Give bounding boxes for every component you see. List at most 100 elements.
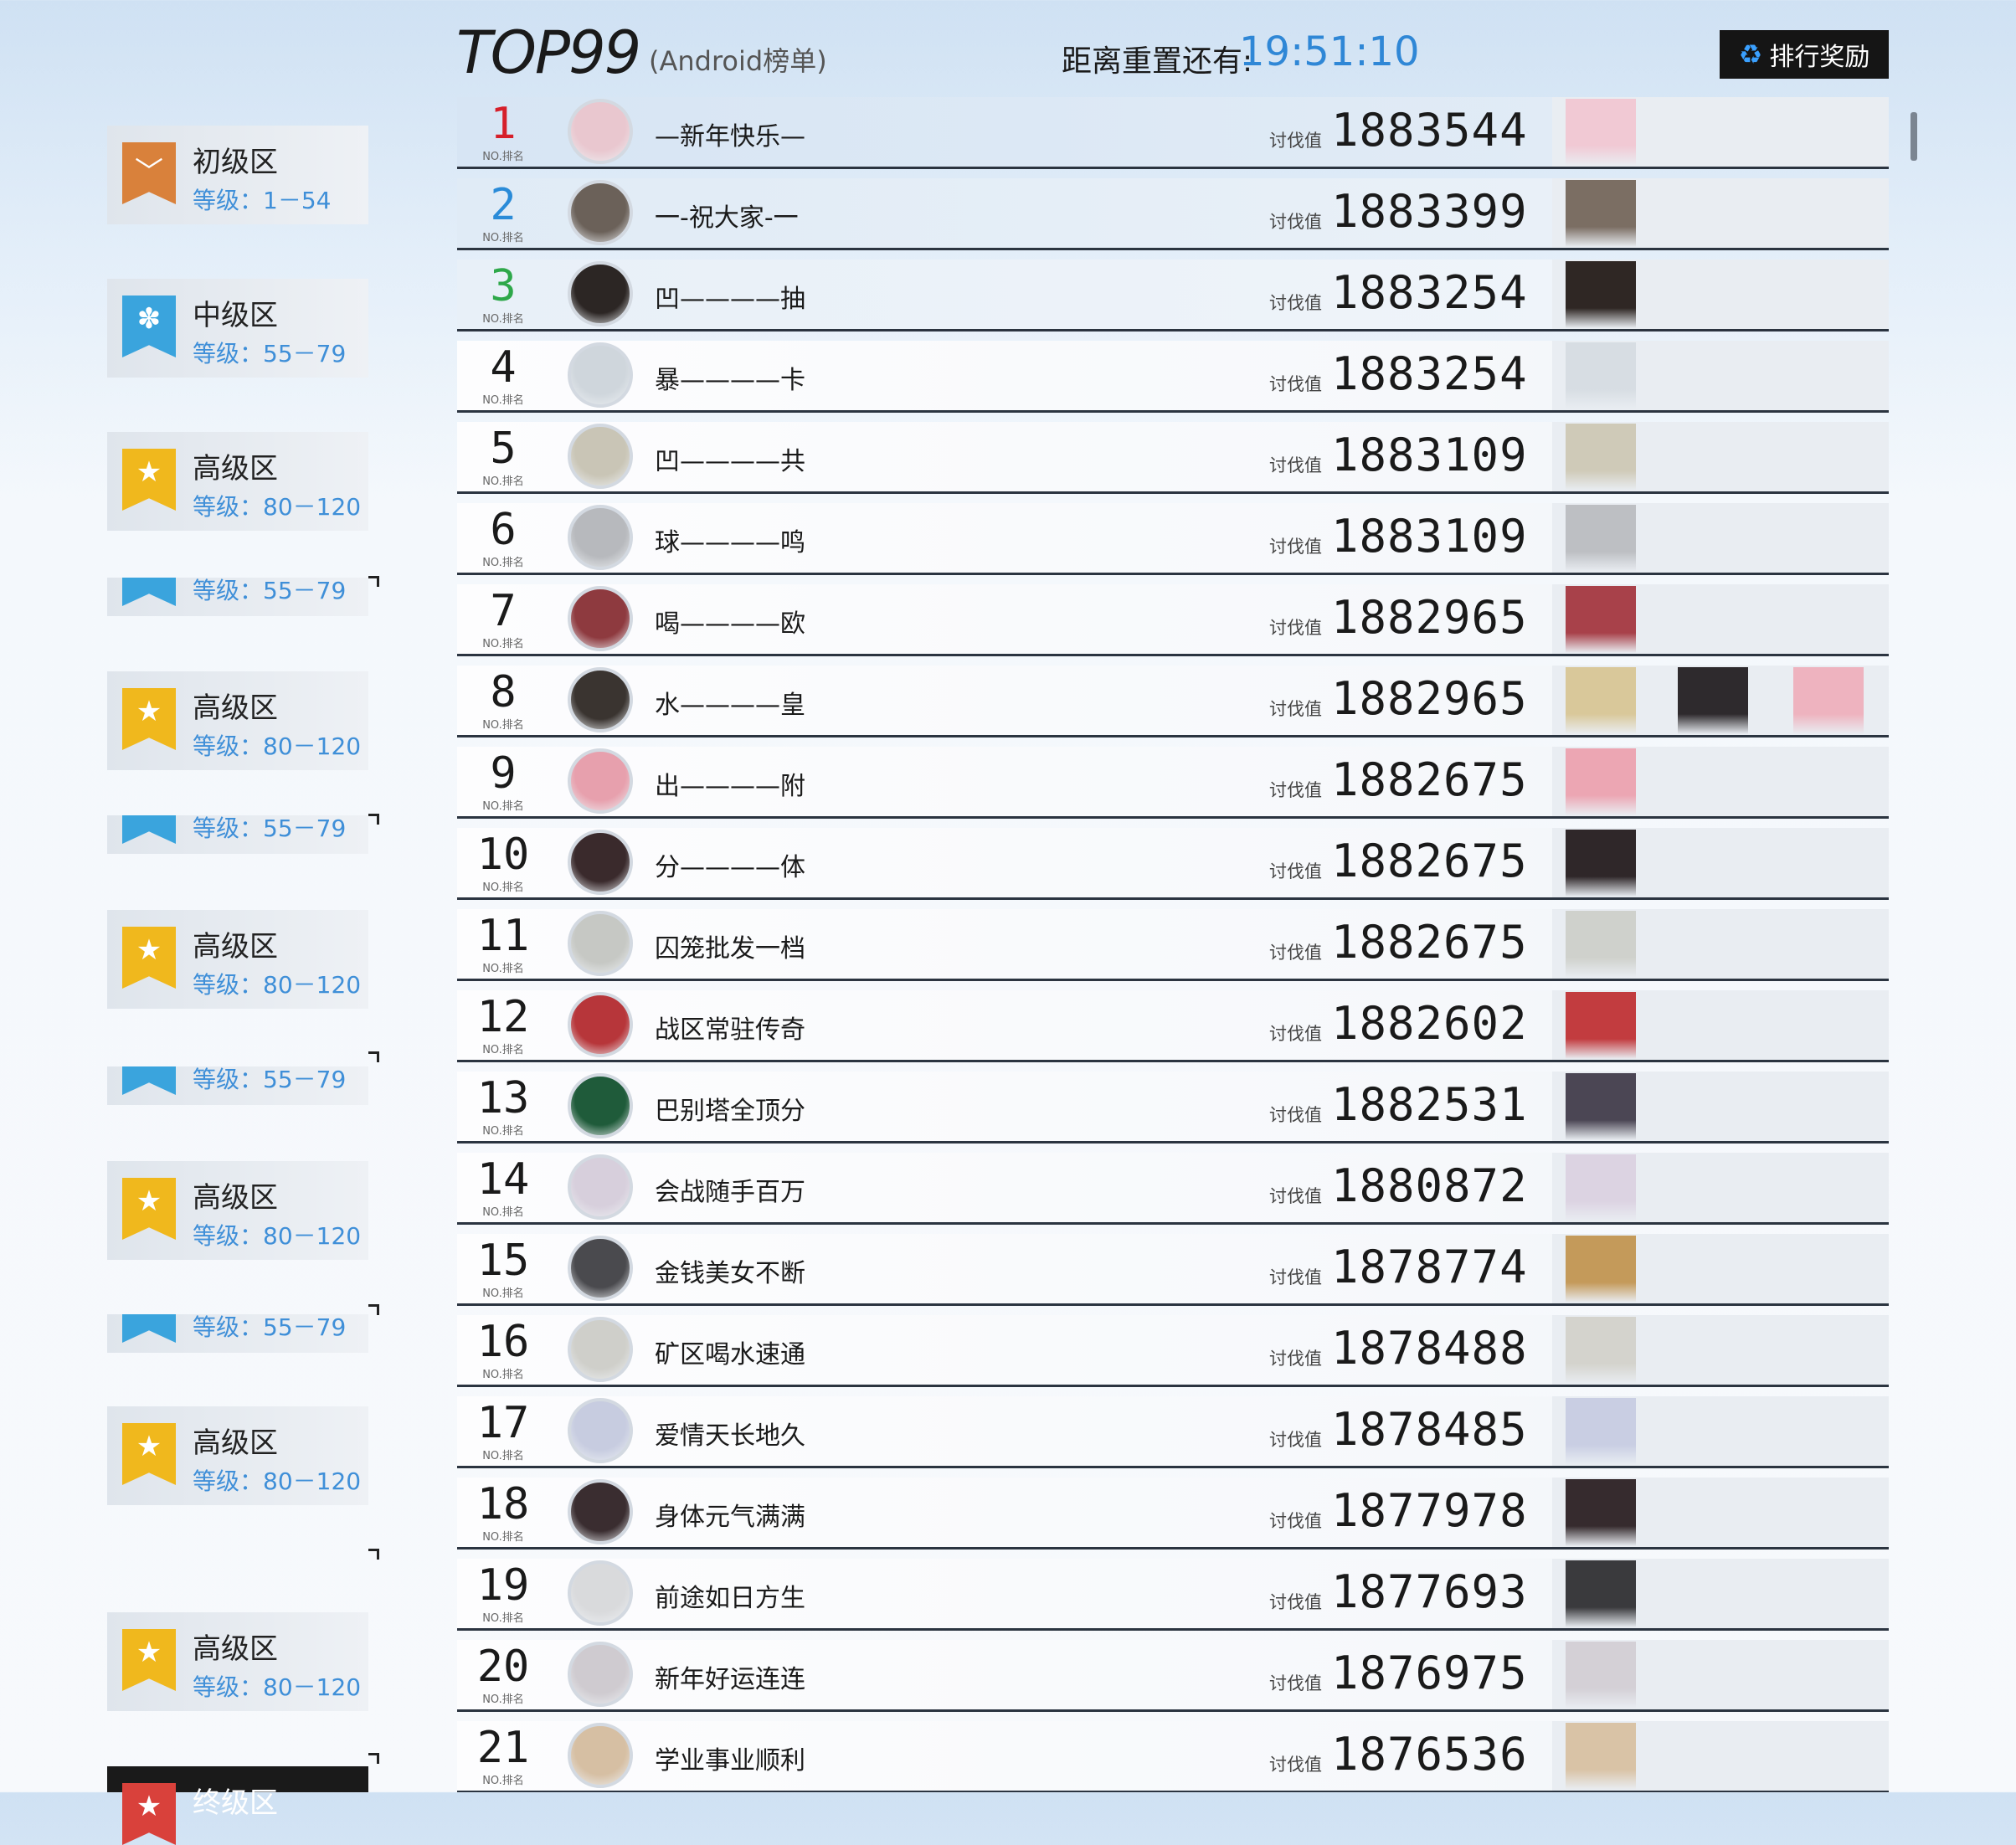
zone-tab[interactable]: ★ 高级区 等级：80－120: [107, 432, 368, 531]
player-avatar[interactable]: [568, 1642, 633, 1707]
character-portrait[interactable]: [1566, 748, 1636, 815]
player-avatar[interactable]: [568, 1073, 633, 1138]
team-portraits: [1552, 341, 1889, 410]
leaderboard-row[interactable]: 8 NO.排名 水————皇 讨伐值 1882965: [457, 666, 1889, 737]
leaderboard-row[interactable]: 16 NO.排名 矿区喝水速通 讨伐值 1878488: [457, 1315, 1889, 1387]
leaderboard-row[interactable]: 12 NO.排名 战区常驻传奇 讨伐值 1882602: [457, 990, 1889, 1062]
character-portrait[interactable]: [1566, 1560, 1636, 1627]
recycle-icon: ♻: [1738, 39, 1763, 70]
player-avatar[interactable]: [568, 505, 633, 570]
player-avatar[interactable]: [568, 261, 633, 326]
zone-tab[interactable]: ★ 高级区 等级：80－120: [107, 671, 368, 770]
zone-name: 高级区: [193, 1426, 278, 1460]
character-portrait[interactable]: [1566, 586, 1636, 653]
zone-tab[interactable]: ★ 高级区 等级：80－120: [107, 910, 368, 1009]
leaderboard-row[interactable]: 6 NO.排名 球————鸣 讨伐值 1883109: [457, 503, 1889, 575]
player-avatar[interactable]: [568, 424, 633, 489]
leaderboard-row[interactable]: 21 NO.排名 学业事业顺利 讨伐值 1876536: [457, 1721, 1889, 1792]
player-name: 囚笼批发一档: [655, 934, 805, 964]
character-portrait[interactable]: [1566, 505, 1636, 572]
zone-name: 高级区: [193, 930, 278, 964]
zone-tab[interactable]: 等级：55－79: [107, 1314, 368, 1353]
leaderboard-row[interactable]: 1 NO.排名 —新年快乐— 讨伐值 1883544: [457, 97, 1889, 169]
character-portrait[interactable]: [1566, 342, 1636, 409]
leaderboard-row[interactable]: 17 NO.排名 爱情天长地久 讨伐值 1878485: [457, 1396, 1889, 1468]
leaderboard-row[interactable]: 20 NO.排名 新年好运连连 讨伐值 1876975: [457, 1640, 1889, 1712]
zone-tab[interactable]: ✽ 中级区 等级：55－79: [107, 279, 368, 378]
ranking-reward-button[interactable]: ♻ 排行奖励: [1720, 30, 1889, 79]
player-avatar[interactable]: [568, 342, 633, 408]
player-avatar[interactable]: [568, 1398, 633, 1463]
player-avatar[interactable]: [568, 1154, 633, 1220]
leaderboard-row[interactable]: 11 NO.排名 囚笼批发一档 讨伐值 1882675: [457, 909, 1889, 981]
character-portrait[interactable]: [1566, 1479, 1636, 1546]
rank-number: 15: [476, 1236, 530, 1286]
zone-tab[interactable]: ★ 高级区 等级：80－120: [107, 1406, 368, 1505]
player-avatar[interactable]: [568, 180, 633, 245]
zone-tab[interactable]: 等级：55－79: [107, 578, 368, 616]
player-avatar[interactable]: [568, 911, 633, 976]
player-avatar[interactable]: [568, 1723, 633, 1788]
score-value: 1883109: [1331, 429, 1528, 481]
leaderboard-row[interactable]: 5 NO.排名 凹————共 讨伐值 1883109: [457, 422, 1889, 494]
character-portrait[interactable]: [1566, 1073, 1636, 1140]
player-avatar[interactable]: [568, 99, 633, 164]
character-portrait[interactable]: [1566, 1723, 1636, 1790]
score-label: 讨伐值: [1269, 1267, 1322, 1287]
player-avatar[interactable]: [568, 1317, 633, 1382]
player-avatar[interactable]: [568, 586, 633, 651]
character-portrait[interactable]: [1566, 992, 1636, 1059]
leaderboard-row[interactable]: 2 NO.排名 一-祝大家-一 讨伐值 1883399: [457, 178, 1889, 250]
character-portrait[interactable]: [1793, 667, 1864, 734]
character-portrait[interactable]: [1566, 261, 1636, 328]
character-portrait[interactable]: [1566, 1154, 1636, 1221]
leaderboard-row[interactable]: 15 NO.排名 金钱美女不断 讨伐值 1878774: [457, 1234, 1889, 1306]
zone-tab[interactable]: 等级：55－79: [107, 1066, 368, 1105]
score-label: 讨伐值: [1269, 1755, 1322, 1775]
zone-tab[interactable]: ﹀ 初级区 等级：1－54: [107, 126, 368, 224]
leaderboard-list[interactable]: 1 NO.排名 —新年快乐— 讨伐值 1883544 2 NO.排名 一-祝大家-一 讨伐值 18…: [457, 97, 1889, 1792]
zone-tab[interactable]: ★ 终级区: [107, 1766, 368, 1845]
rank-number: 6: [490, 505, 517, 555]
corner-bracket: [368, 1304, 379, 1315]
character-portrait[interactable]: [1566, 1236, 1636, 1303]
player-avatar[interactable]: [568, 1560, 633, 1626]
scrollbar-thumb[interactable]: [1911, 112, 1917, 161]
score-label: 讨伐值: [1269, 780, 1322, 800]
corner-bracket: [368, 1051, 379, 1062]
zone-tab[interactable]: ★ 高级区 等级：80－120: [107, 1161, 368, 1260]
character-portrait[interactable]: [1678, 667, 1748, 734]
leaderboard-row[interactable]: 13 NO.排名 巴别塔全顶分 讨伐值 1882531: [457, 1072, 1889, 1143]
leaderboard-row[interactable]: 3 NO.排名 凹————抽 讨伐值 1883254: [457, 260, 1889, 331]
leaderboard-row[interactable]: 7 NO.排名 喝————欧 讨伐值 1882965: [457, 584, 1889, 656]
leaderboard-row[interactable]: 9 NO.排名 出————附 讨伐值 1882675: [457, 747, 1889, 819]
player-avatar[interactable]: [568, 1236, 633, 1301]
team-portraits: [1552, 1396, 1889, 1466]
player-avatar[interactable]: [568, 748, 633, 814]
rank-caption: NO.排名: [482, 232, 524, 244]
rank-number: 12: [476, 992, 530, 1042]
character-portrait[interactable]: [1566, 99, 1636, 166]
character-portrait[interactable]: [1566, 1317, 1636, 1384]
leaderboard-row[interactable]: 14 NO.排名 会战随手百万 讨伐值 1880872: [457, 1153, 1889, 1225]
zone-tab[interactable]: 等级：55－79: [107, 815, 368, 854]
leaderboard-row[interactable]: 10 NO.排名 分————体 讨伐值 1882675: [457, 828, 1889, 900]
character-portrait[interactable]: [1566, 1398, 1636, 1465]
player-avatar[interactable]: [568, 1479, 633, 1544]
zone-name: 高级区: [193, 452, 278, 486]
player-avatar[interactable]: [568, 992, 633, 1057]
player-avatar[interactable]: [568, 667, 633, 732]
character-portrait[interactable]: [1566, 667, 1636, 734]
character-portrait[interactable]: [1566, 424, 1636, 491]
character-portrait[interactable]: [1566, 911, 1636, 978]
character-portrait[interactable]: [1566, 830, 1636, 897]
character-portrait[interactable]: [1566, 180, 1636, 247]
leaderboard-row[interactable]: 18 NO.排名 身体元气满满 讨伐值 1877978: [457, 1478, 1889, 1549]
leaderboard-row[interactable]: 19 NO.排名 前途如日方生 讨伐值 1877693: [457, 1559, 1889, 1631]
zone-tab[interactable]: ★ 高级区 等级：80－120: [107, 1612, 368, 1711]
score-label: 讨伐值: [1269, 455, 1322, 475]
leaderboard-row[interactable]: 4 NO.排名 暴————卡 讨伐值 1883254: [457, 341, 1889, 413]
character-portrait[interactable]: [1566, 1642, 1636, 1709]
player-avatar[interactable]: [568, 830, 633, 895]
score-value: 1880872: [1331, 1159, 1528, 1212]
